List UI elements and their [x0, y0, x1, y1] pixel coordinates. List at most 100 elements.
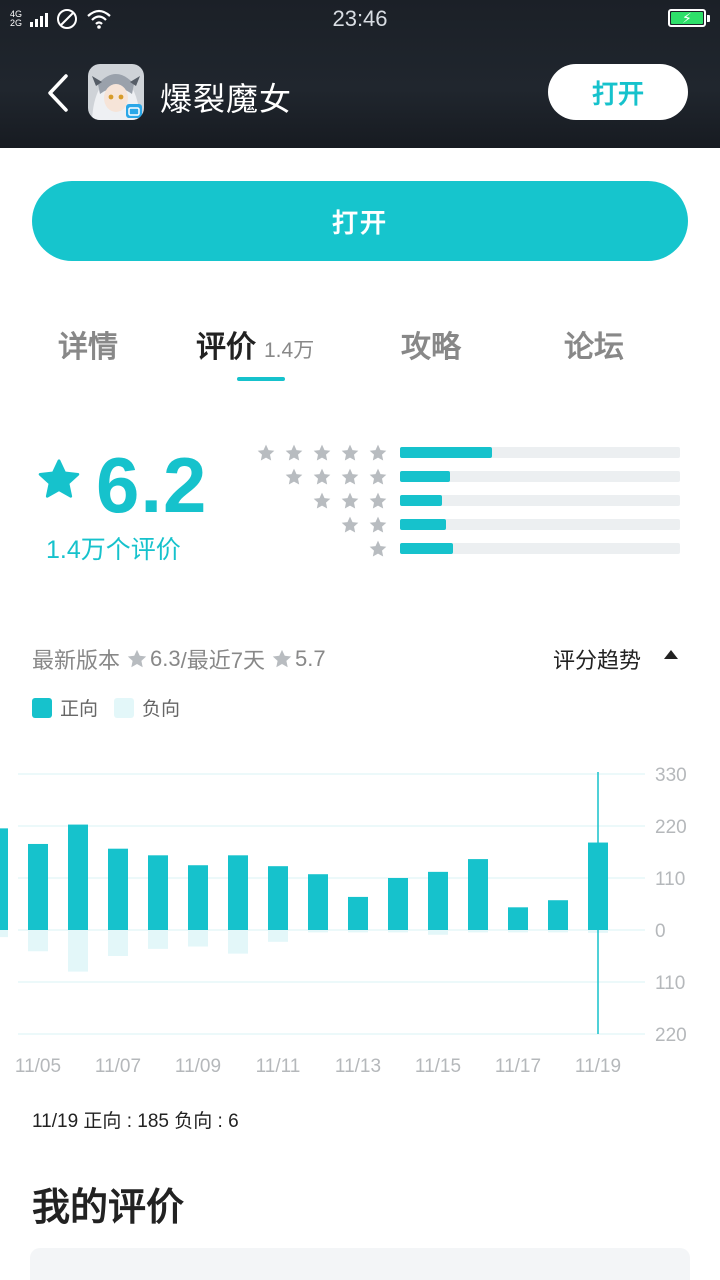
positive-bar: [268, 866, 288, 930]
positive-bar: [348, 896, 368, 930]
legend-negative-label: 负向: [142, 699, 181, 720]
negative-bar: [148, 930, 168, 949]
positive-bar: [548, 900, 568, 930]
distribution-bar-fill: [400, 495, 442, 506]
positive-bar: [28, 843, 48, 930]
positive-bar: [0, 828, 8, 930]
y-tick-label: 220: [655, 1025, 687, 1046]
positive-bar: [468, 859, 488, 930]
negative-bar: [0, 930, 8, 938]
star-icon: [285, 444, 303, 461]
y-tick-label: 110: [655, 973, 685, 994]
my-review-box[interactable]: [30, 1248, 690, 1280]
distribution-bar-fill: [400, 543, 454, 554]
negative-bar: [508, 930, 528, 933]
star-icon: [313, 468, 331, 485]
chart-legend: 正向 负向: [32, 694, 196, 721]
positive-bar: [308, 874, 328, 930]
distribution-bar-track: [400, 519, 680, 530]
caret-up-icon[interactable]: [664, 650, 678, 659]
rating-trend-chart[interactable]: 330 220 110 0 110 220 11/05 11/07 11/09 11/11 11/1…: [0, 760, 720, 1090]
rating-trend-toggle[interactable]: 评分趋势: [553, 643, 641, 675]
star-icon: [341, 444, 359, 461]
positive-bar: [68, 824, 88, 930]
distribution-bar-track: [400, 471, 680, 482]
active-tab-indicator: [237, 377, 285, 381]
latest-version-score: 6.3: [150, 646, 181, 671]
distribution-row-5-star: [250, 443, 680, 463]
status-time: 23:46: [332, 6, 388, 31]
x-tick-label: 11/17: [495, 1056, 541, 1077]
x-tick-label: 11/05: [15, 1056, 61, 1077]
tab-guide[interactable]: 攻略: [401, 322, 461, 366]
status-bar: 4G 2G 23:46 ⚡: [0, 0, 720, 40]
star-icon: [369, 492, 387, 509]
negative-bar: [228, 930, 248, 954]
x-tick-label: 11/11: [256, 1056, 301, 1077]
selected-day-detail: 11/19 正向 : 185 负向 : 6: [32, 1111, 239, 1132]
x-tick-label: 11/15: [415, 1056, 461, 1077]
star-icon: [285, 468, 303, 485]
positive-bar: [148, 855, 168, 930]
star-icon: [369, 540, 387, 557]
negative-bar: [308, 930, 328, 933]
negative-bar: [428, 930, 448, 935]
star-icon: [369, 516, 387, 533]
latest-version-label: 最新版本: [32, 648, 121, 673]
distribution-bar-track: [400, 447, 680, 458]
y-tick-label: 110: [655, 869, 685, 890]
negative-bar: [388, 930, 408, 933]
negative-bar: [268, 930, 288, 942]
battery-icon: ⚡: [668, 9, 710, 27]
negative-bar: [108, 930, 128, 956]
recent-label: /最近7天: [180, 648, 265, 673]
version-info: 最新版本 6.3 /最近7天 5.7: [32, 643, 326, 675]
x-tick-label: 11/19: [575, 1056, 621, 1077]
distribution-stars: [256, 443, 388, 463]
legend-positive-label: 正向: [60, 699, 99, 720]
tab-reviews-label: 评价: [196, 331, 256, 364]
legend-negative: 负向: [114, 694, 180, 721]
y-tick-label: 330: [655, 765, 687, 786]
distribution-bar-fill: [400, 471, 451, 482]
y-tick-label: 220: [655, 817, 687, 838]
star-icon: [313, 444, 331, 461]
distribution-stars: [368, 539, 388, 559]
legend-positive: 正向: [32, 694, 98, 721]
distribution-stars: [340, 515, 388, 535]
positive-bar: [188, 865, 208, 930]
x-tick-label: 11/07: [95, 1056, 141, 1077]
y-tick-label: 0: [655, 921, 666, 942]
distribution-bar-track: [400, 543, 680, 554]
star-icon: [369, 468, 387, 485]
open-button[interactable]: 打开: [32, 181, 688, 261]
rating-count[interactable]: 1.4万个评价: [46, 530, 181, 566]
distribution-bar-fill: [400, 519, 447, 530]
app-icon[interactable]: [88, 64, 144, 120]
distribution-stars: [312, 491, 388, 511]
tab-details[interactable]: 详情: [58, 322, 118, 366]
star-icon: [272, 649, 292, 668]
star-icon: [38, 459, 80, 498]
positive-bar: [388, 878, 408, 930]
negative-bar: [348, 930, 368, 933]
back-button[interactable]: [40, 70, 76, 116]
star-icon: [341, 468, 359, 485]
positive-bar: [428, 871, 448, 930]
star-icon: [257, 444, 275, 461]
legend-negative-swatch: [114, 697, 135, 718]
distribution-row-4-star: [250, 467, 680, 487]
positive-bar: [228, 855, 248, 930]
tab-forum[interactable]: 论坛: [564, 322, 624, 366]
distribution-row-1-star: [250, 539, 680, 559]
star-icon: [127, 649, 147, 668]
header-open-button[interactable]: 打开: [548, 64, 688, 120]
app-header: 4G 2G 23:46 ⚡ 爆裂魔女 打开: [0, 0, 720, 148]
tab-reviews[interactable]: 评价 1.4万: [196, 322, 314, 366]
positive-bar: [108, 848, 128, 930]
distribution-bar-track: [400, 495, 680, 506]
negative-bar: [68, 930, 88, 972]
star-icon: [313, 492, 331, 509]
rating-score: 6.2: [96, 441, 208, 529]
negative-bar: [548, 930, 568, 933]
